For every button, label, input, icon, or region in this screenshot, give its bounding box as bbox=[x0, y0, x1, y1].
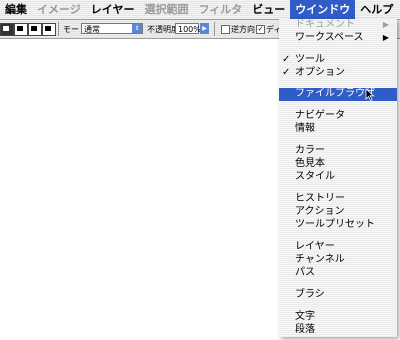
reverse-label: 逆方向 bbox=[231, 25, 255, 34]
checkmark-icon: ✓ bbox=[282, 54, 291, 65]
options-divider bbox=[58, 22, 59, 36]
menu-item-layers[interactable]: レイヤー bbox=[279, 241, 397, 253]
menu-view[interactable]: ビュー bbox=[247, 0, 290, 19]
subtract-fill-mode-button[interactable] bbox=[28, 23, 42, 36]
menu-image[interactable]: イメージ bbox=[32, 0, 86, 19]
menu-item-color[interactable]: カラー bbox=[279, 145, 397, 157]
mode-value: 通常 bbox=[84, 25, 100, 34]
opacity-slider-arrow-icon[interactable]: ▶ bbox=[200, 23, 209, 34]
menu-item-workspace[interactable]: ワークスペース ▶ bbox=[279, 32, 397, 44]
menu-window[interactable]: ウインドウ bbox=[290, 0, 356, 19]
menu-item-options[interactable]: ✓ オプション bbox=[279, 67, 397, 79]
window-menu-dropdown: ドキュメント ▶ ワークスペース ▶ ✓ ツール ✓ オプション ファイルブラウ… bbox=[279, 19, 397, 337]
menu-item-paths[interactable]: パス bbox=[279, 267, 397, 279]
intersect-fill-mode-button[interactable] bbox=[42, 23, 56, 36]
menu-help[interactable]: ヘルプ bbox=[355, 0, 398, 19]
menu-layer[interactable]: レイヤー bbox=[86, 0, 140, 19]
menu-item-tools[interactable]: ✓ ツール bbox=[279, 54, 397, 66]
menu-item-tool-presets[interactable]: ツールプリセット bbox=[279, 219, 397, 231]
select-arrow-icon: ⇕ bbox=[132, 24, 142, 33]
checkmark-icon: ✓ bbox=[282, 67, 291, 78]
menu-item-file-browser[interactable]: ファイルブラウザ bbox=[279, 88, 397, 101]
menu-filter[interactable]: フィルタ bbox=[193, 0, 247, 19]
submenu-arrow-icon: ▶ bbox=[382, 20, 389, 29]
mode-select[interactable]: 通常 ⇕ bbox=[81, 23, 143, 34]
menu-item-channels[interactable]: チャンネル bbox=[279, 254, 397, 266]
dither-checkbox[interactable]: ✓ bbox=[256, 25, 265, 34]
menu-select[interactable]: 選択範囲 bbox=[139, 0, 193, 19]
menu-item-navigator[interactable]: ナビゲータ bbox=[279, 110, 397, 122]
menu-item-info[interactable]: 情報 bbox=[279, 123, 397, 135]
reverse-checkbox[interactable] bbox=[221, 25, 230, 34]
new-fill-mode-button[interactable] bbox=[0, 23, 14, 36]
opacity-field[interactable]: 100% bbox=[175, 23, 201, 34]
menu-bar: 編集 イメージ レイヤー 選択範囲 フィルタ ビュー ウインドウ ヘルプ bbox=[0, 0, 400, 20]
mouse-pointer-icon bbox=[365, 88, 375, 101]
menu-item-document[interactable]: ドキュメント ▶ bbox=[279, 19, 397, 31]
menu-item-character[interactable]: 文字 bbox=[279, 311, 397, 323]
add-fill-mode-button[interactable] bbox=[14, 23, 28, 36]
submenu-arrow-icon: ▶ bbox=[382, 33, 389, 42]
options-divider bbox=[214, 22, 215, 36]
menu-item-brushes[interactable]: ブラシ bbox=[279, 289, 397, 301]
menu-item-paragraph[interactable]: 段落 bbox=[279, 324, 397, 336]
menu-item-styles[interactable]: スタイル bbox=[279, 171, 397, 183]
menu-item-swatches[interactable]: 色見本 bbox=[279, 158, 397, 170]
menu-item-actions[interactable]: アクション bbox=[279, 206, 397, 218]
menu-item-history[interactable]: ヒストリー bbox=[279, 193, 397, 205]
menu-edit[interactable]: 編集 bbox=[0, 0, 32, 19]
